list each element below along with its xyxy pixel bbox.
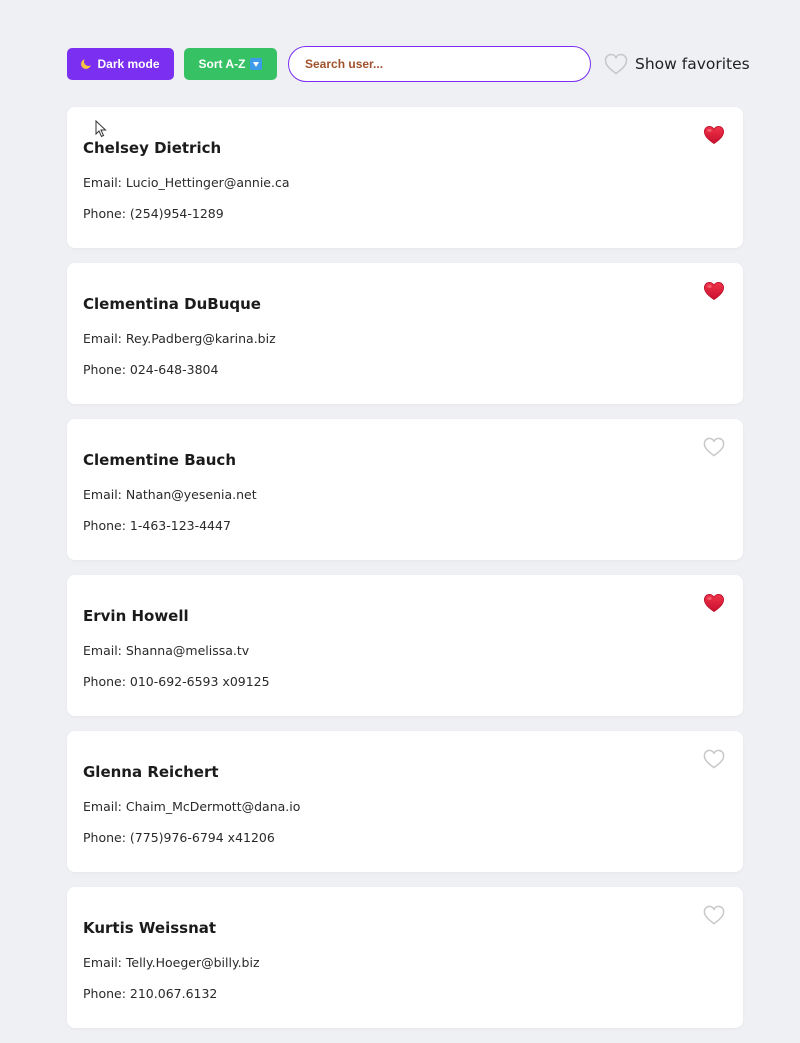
user-list: Chelsey Dietrich Email: Lucio_Hettinger@a… (67, 107, 743, 1043)
user-phone: Phone: 1-463-123-4447 (83, 518, 231, 533)
user-card: Chelsey Dietrich Email: Lucio_Hettinger@a… (67, 107, 743, 248)
user-email: Email: Lucio_Hettinger@annie.ca (83, 175, 290, 190)
user-card: Kurtis Weissnat Email: Telly.Hoeger@billy… (67, 887, 743, 1028)
dark-mode-button[interactable]: Dark mode (67, 48, 174, 80)
favorite-button[interactable] (703, 749, 725, 769)
mouse-pointer-icon (95, 120, 107, 138)
favorite-button[interactable] (703, 905, 725, 925)
show-favorites-label: Show favorites (635, 55, 750, 73)
user-email: Email: Chaim_McDermott@dana.io (83, 799, 301, 814)
user-phone: Phone: 010-692-6593 x09125 (83, 674, 270, 689)
favorite-button[interactable] (703, 593, 725, 613)
heart-outline-icon (703, 905, 725, 925)
user-name: Ervin Howell (83, 607, 189, 625)
user-phone: Phone: 210.067.6132 (83, 986, 218, 1001)
down-arrow-button-icon (250, 58, 263, 70)
sort-button[interactable]: Sort A-Z (184, 48, 277, 80)
user-phone: Phone: 024-648-3804 (83, 362, 219, 377)
user-name: Clementina DuBuque (83, 295, 261, 313)
user-name: Glenna Reichert (83, 763, 219, 781)
user-email: Email: Telly.Hoeger@billy.biz (83, 955, 260, 970)
user-phone: Phone: (775)976-6794 x41206 (83, 830, 275, 845)
heart-outline-icon (703, 749, 725, 769)
search-input[interactable] (288, 46, 591, 82)
user-card: Clementine Bauch Email: Nathan@yesenia.ne… (67, 419, 743, 560)
user-email: Email: Nathan@yesenia.net (83, 487, 257, 502)
heart-filled-icon (703, 593, 725, 613)
favorite-button[interactable] (703, 437, 725, 457)
sort-label: Sort A-Z (198, 57, 246, 71)
user-card: Glenna Reichert Email: Chaim_McDermott@da… (67, 731, 743, 872)
favorite-button[interactable] (703, 281, 725, 301)
heart-outline-icon (703, 437, 725, 457)
user-name: Kurtis Weissnat (83, 919, 217, 937)
show-favorites-toggle[interactable]: Show favorites (604, 52, 750, 76)
heart-filled-icon (703, 281, 725, 301)
user-email: Email: Shanna@melissa.tv (83, 643, 250, 658)
user-card: Ervin Howell Email: Shanna@melissa.tv Phon… (67, 575, 743, 716)
toolbar: Dark mode Sort A-Z Show favorites (67, 46, 750, 82)
crescent-moon-icon (81, 57, 94, 69)
user-card: Clementina DuBuque Email: Rey.Padberg@kar… (67, 263, 743, 404)
user-name: Clementine Bauch (83, 451, 236, 469)
favorite-button[interactable] (703, 125, 725, 145)
heart-filled-icon (703, 125, 725, 145)
user-email: Email: Rey.Padberg@karina.biz (83, 331, 276, 346)
dark-mode-label: Dark mode (97, 57, 160, 71)
user-phone: Phone: (254)954-1289 (83, 206, 224, 221)
heart-outline-icon (604, 53, 628, 75)
user-name: Chelsey Dietrich (83, 139, 222, 157)
